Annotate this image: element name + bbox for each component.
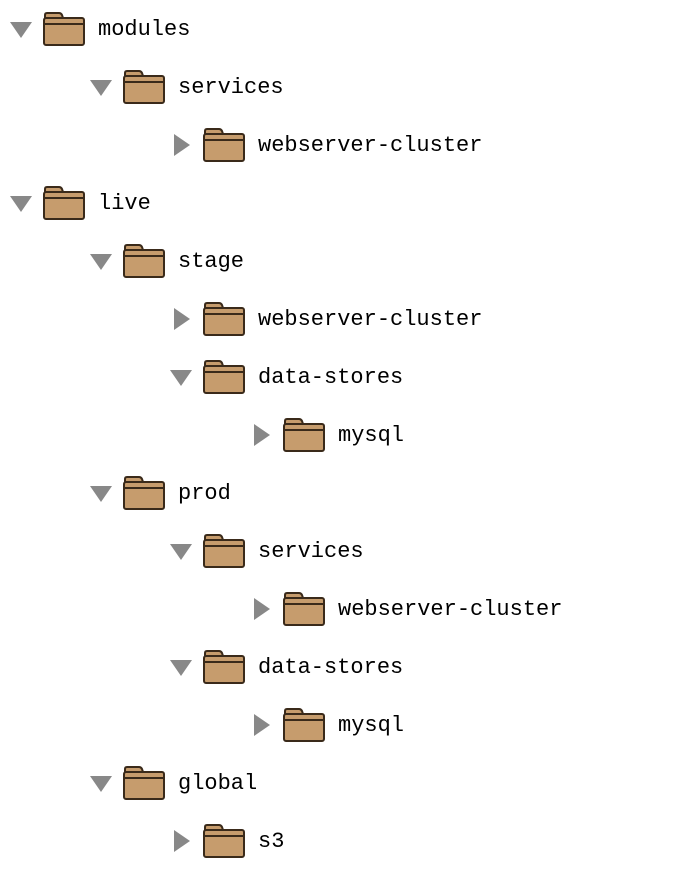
tree-node[interactable]: prod [8, 472, 676, 514]
tree-node[interactable]: data-stores [8, 646, 676, 688]
tree-node[interactable]: webserver-cluster [8, 124, 676, 166]
disclosure-down-icon[interactable] [88, 480, 114, 506]
folder-icon [122, 475, 166, 511]
tree-node[interactable]: services [8, 530, 676, 572]
node-label: mysql [338, 423, 404, 448]
disclosure-down-icon[interactable] [8, 190, 34, 216]
tree-node[interactable]: services [8, 66, 676, 108]
folder-icon [122, 243, 166, 279]
tree-node[interactable]: data-stores [8, 356, 676, 398]
tree-node[interactable]: webserver-cluster [8, 588, 676, 630]
disclosure-down-icon[interactable] [88, 74, 114, 100]
folder-icon [202, 127, 246, 163]
disclosure-right-icon[interactable] [248, 596, 274, 622]
node-label: modules [98, 17, 190, 42]
folder-icon [42, 185, 86, 221]
tree-node[interactable]: live [8, 182, 676, 224]
node-label: webserver-cluster [258, 133, 482, 158]
folder-icon [202, 359, 246, 395]
folder-tree: modules services webserver-cluster live stag… [8, 8, 676, 862]
node-label: mysql [338, 713, 404, 738]
folder-icon [122, 69, 166, 105]
node-label: services [178, 75, 284, 100]
folder-icon [282, 417, 326, 453]
folder-icon [202, 649, 246, 685]
tree-node[interactable]: mysql [8, 414, 676, 456]
disclosure-down-icon[interactable] [168, 538, 194, 564]
node-label: live [98, 191, 151, 216]
folder-icon [202, 533, 246, 569]
disclosure-down-icon[interactable] [168, 654, 194, 680]
folder-icon [282, 591, 326, 627]
node-label: webserver-cluster [338, 597, 562, 622]
disclosure-down-icon[interactable] [8, 16, 34, 42]
folder-icon [122, 765, 166, 801]
node-label: data-stores [258, 655, 403, 680]
folder-icon [282, 707, 326, 743]
disclosure-right-icon[interactable] [248, 422, 274, 448]
disclosure-right-icon[interactable] [168, 132, 194, 158]
disclosure-down-icon[interactable] [168, 364, 194, 390]
disclosure-right-icon[interactable] [168, 306, 194, 332]
tree-node[interactable]: s3 [8, 820, 676, 862]
tree-node[interactable]: stage [8, 240, 676, 282]
folder-icon [42, 11, 86, 47]
node-label: s3 [258, 829, 284, 854]
node-label: webserver-cluster [258, 307, 482, 332]
folder-icon [202, 301, 246, 337]
node-label: prod [178, 481, 231, 506]
tree-node[interactable]: global [8, 762, 676, 804]
disclosure-down-icon[interactable] [88, 248, 114, 274]
node-label: global [178, 771, 257, 796]
tree-node[interactable]: modules [8, 8, 676, 50]
node-label: services [258, 539, 364, 564]
folder-icon [202, 823, 246, 859]
node-label: data-stores [258, 365, 403, 390]
disclosure-right-icon[interactable] [248, 712, 274, 738]
node-label: stage [178, 249, 244, 274]
tree-node[interactable]: webserver-cluster [8, 298, 676, 340]
disclosure-down-icon[interactable] [88, 770, 114, 796]
tree-node[interactable]: mysql [8, 704, 676, 746]
disclosure-right-icon[interactable] [168, 828, 194, 854]
